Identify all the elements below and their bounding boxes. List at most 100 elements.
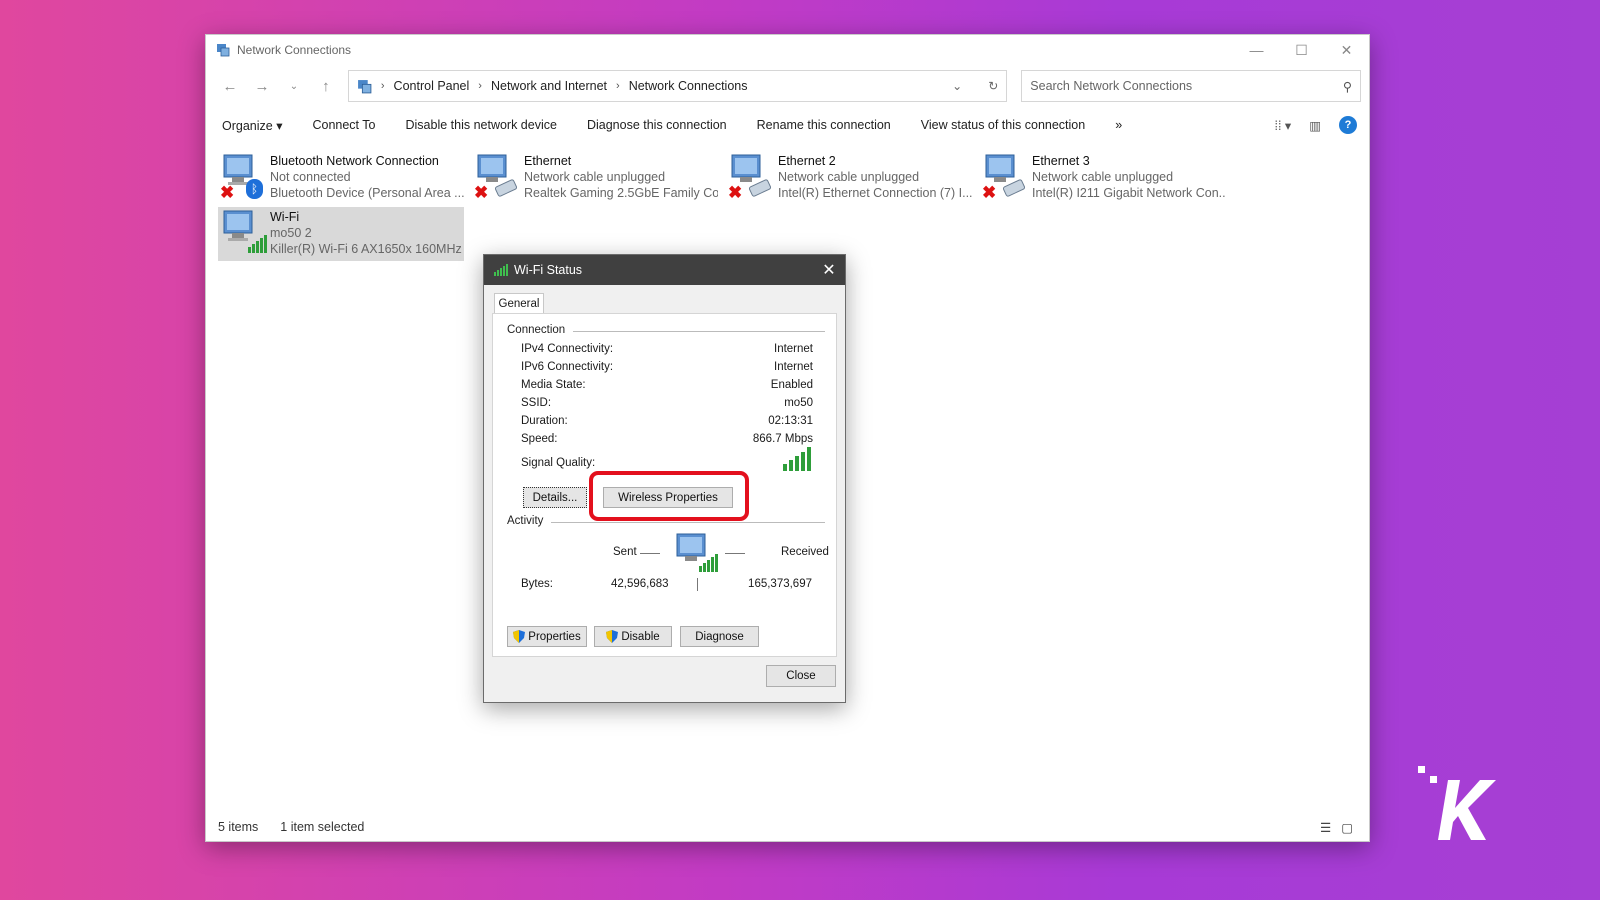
connection-name: Ethernet 3 — [1032, 154, 1090, 168]
sent-line — [640, 553, 660, 554]
speed-value: 866.7 Mbps — [752, 433, 813, 445]
dialog-title: Wi-Fi Status — [514, 263, 583, 277]
ipv6-row: IPv6 Connectivity: Internet — [521, 361, 813, 373]
connect-to-button[interactable]: Connect To — [312, 118, 375, 132]
list-item-ethernet-3[interactable]: ✖ Ethernet 3 Network cable unplugged Int… — [980, 151, 1226, 205]
search-input[interactable]: Search Network Connections ⚲ — [1021, 70, 1361, 102]
change-view-icon[interactable]: ⁞⁞ ▾ — [1274, 118, 1291, 133]
general-panel: Connection IPv4 Connectivity: Internet IP… — [492, 313, 837, 657]
breadcrumb-separator-icon: › — [380, 80, 385, 92]
recent-chevron-down-icon[interactable]: ⌄ — [278, 81, 310, 92]
activity-group: Activity — [507, 515, 825, 527]
received-label: Received — [781, 546, 829, 558]
close-icon[interactable]: ✕ — [1324, 35, 1369, 65]
address-history-chevron-icon[interactable]: ⌄ — [952, 79, 962, 93]
list-item-bluetooth[interactable]: ✖ ᛒ Bluetooth Network Connection Not con… — [218, 151, 464, 205]
ipv4-row: IPv4 Connectivity: Internet — [521, 343, 813, 355]
network-computer-icon — [218, 207, 270, 261]
signal-bars-icon — [494, 264, 508, 276]
dialog-close-icon[interactable]: ✕ — [813, 260, 845, 280]
properties-button[interactable]: Properties — [507, 626, 587, 647]
signal-quality-row: Signal Quality: — [521, 447, 813, 471]
disconnected-x-icon: ✖ — [220, 183, 235, 202]
connection-name: Bluetooth Network Connection — [270, 154, 439, 168]
signal-quality-bars-icon — [783, 447, 811, 471]
control-panel-icon — [357, 79, 372, 93]
details-view-icon[interactable]: ☰ — [1320, 820, 1331, 835]
uac-shield-icon — [606, 630, 619, 643]
highlight-box — [589, 471, 749, 521]
ipv6-label: IPv6 Connectivity: — [521, 361, 614, 373]
status-bar: 5 items 1 item selected ☰ ▢ — [218, 820, 1353, 835]
search-placeholder: Search Network Connections — [1030, 79, 1193, 93]
connection-device: Intel(R) I211 Gigabit Network Con... — [1032, 186, 1226, 200]
more-commands-icon[interactable]: » — [1115, 118, 1122, 132]
connection-status: Network cable unplugged — [778, 170, 920, 184]
connection-device: Killer(R) Wi-Fi 6 AX1650x 160MHz ... — [270, 242, 464, 256]
signal-quality-label: Signal Quality: — [521, 457, 596, 469]
refresh-icon[interactable]: ↻ — [988, 79, 998, 93]
breadcrumb-network-connections[interactable]: Network Connections — [629, 79, 748, 93]
connection-status: mo50 2 — [270, 226, 312, 240]
preview-pane-icon[interactable]: ▥ — [1309, 118, 1321, 133]
connection-header: Connection — [507, 324, 566, 336]
minimize-icon[interactable]: — — [1234, 35, 1279, 65]
ipv6-value: Internet — [774, 361, 813, 373]
list-item-ethernet-2[interactable]: ✖ Ethernet 2 Network cable unplugged Int… — [726, 151, 972, 205]
properties-label: Properties — [528, 630, 581, 643]
activity-computer-icon — [676, 533, 718, 572]
maximize-icon[interactable]: ☐ — [1279, 35, 1324, 65]
duration-value: 02:13:31 — [768, 415, 813, 427]
network-computer-icon: ✖ — [472, 151, 524, 205]
view-status-button[interactable]: View status of this connection — [921, 118, 1085, 132]
media-state-row: Media State: Enabled — [521, 379, 813, 391]
back-arrow-icon[interactable]: ← — [214, 78, 246, 95]
navigation-bar: ← → ⌄ ↑ › Control Panel › Network and In… — [206, 65, 1369, 107]
wifi-status-dialog: Wi-Fi Status ✕ General Connection IPv4 C… — [483, 254, 846, 703]
media-state-value: Enabled — [770, 379, 813, 391]
address-bar[interactable]: › Control Panel › Network and Internet ›… — [347, 70, 1008, 102]
diagnose-connection-button[interactable]: Diagnose this connection — [587, 118, 727, 132]
divider — [573, 331, 825, 332]
list-item-wifi[interactable]: Wi-Fi mo50 2 Killer(R) Wi-Fi 6 AX1650x 1… — [218, 207, 464, 261]
brand-k-logo — [1418, 766, 1496, 840]
connection-status: Not connected — [270, 170, 351, 184]
connection-status: Network cable unplugged — [1032, 170, 1174, 184]
speed-label: Speed: — [521, 433, 558, 445]
list-item-ethernet[interactable]: ✖ Ethernet Network cable unplugged Realt… — [472, 151, 718, 205]
network-computer-icon: ✖ ᛒ — [218, 151, 270, 205]
ssid-row: SSID: mo50 — [521, 397, 813, 409]
received-line — [725, 553, 745, 554]
up-arrow-icon[interactable]: ↑ — [310, 78, 342, 95]
breadcrumb-network-internet[interactable]: Network and Internet — [491, 79, 607, 93]
activity-header: Activity — [507, 515, 544, 527]
uac-shield-icon — [513, 630, 526, 643]
diagnose-button[interactable]: Diagnose — [680, 626, 759, 647]
connection-group: Connection — [507, 324, 825, 336]
forward-arrow-icon[interactable]: → — [246, 78, 278, 95]
window-title: Network Connections — [237, 43, 352, 57]
breadcrumb-control-panel[interactable]: Control Panel — [394, 79, 470, 93]
disable-button[interactable]: Disable — [594, 626, 672, 647]
disconnected-x-icon: ✖ — [728, 183, 743, 202]
search-icon[interactable]: ⚲ — [1343, 79, 1352, 94]
large-icons-view-icon[interactable]: ▢ — [1341, 820, 1353, 835]
network-computer-icon: ✖ — [980, 151, 1032, 205]
ssid-label: SSID: — [521, 397, 552, 409]
bytes-received-value: 165,373,697 — [748, 578, 812, 590]
connection-status: Network cable unplugged — [524, 170, 666, 184]
bytes-sent-value: 42,596,683 — [611, 578, 669, 590]
connection-name: Ethernet 2 — [778, 154, 836, 168]
organize-menu[interactable]: Organize ▾ — [222, 118, 282, 133]
close-button[interactable]: Close — [766, 665, 836, 687]
tab-general[interactable]: General — [494, 293, 544, 314]
rename-connection-button[interactable]: Rename this connection — [757, 118, 891, 132]
divider — [551, 522, 825, 523]
details-button[interactable]: Details... — [523, 487, 587, 508]
connection-name: Ethernet — [524, 154, 572, 168]
disable-device-button[interactable]: Disable this network device — [405, 118, 556, 132]
breadcrumb-separator-icon: › — [616, 80, 620, 92]
duration-label: Duration: — [521, 415, 568, 427]
help-icon[interactable]: ? — [1339, 116, 1357, 134]
ssid-value: mo50 — [784, 397, 813, 409]
